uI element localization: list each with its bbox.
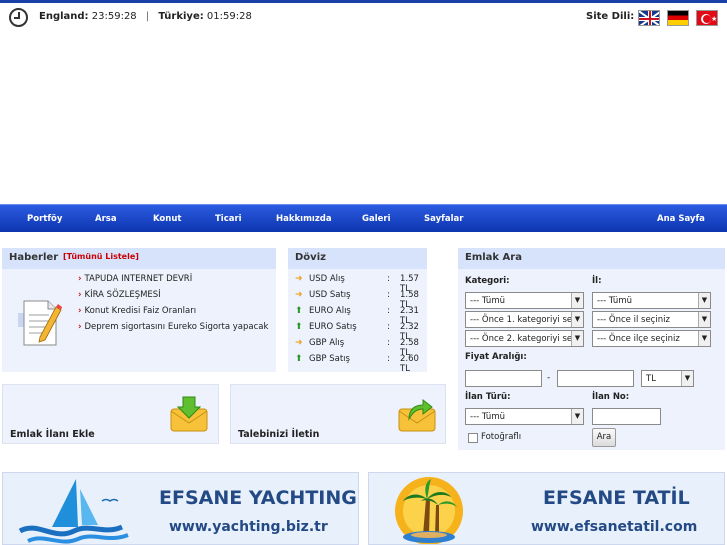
photo-checkbox-label: Fotoğraflı — [481, 432, 522, 442]
add-listing-box[interactable]: Emlak İlanı Ekle — [2, 384, 219, 444]
news-list-all-link[interactable]: [Tümünü Listele] — [63, 252, 139, 261]
price-range-separator: - — [547, 373, 551, 383]
nav-item-sayfalar[interactable]: Sayfalar — [424, 214, 463, 224]
chevron-down-icon: ▼ — [698, 312, 710, 327]
nav-item-hakkimizda[interactable]: Hakkımızda — [276, 214, 332, 224]
listing-type-select[interactable]: --- Tümü ▼ — [465, 408, 584, 425]
site-language-label: Site Dili: — [586, 11, 635, 22]
subcategory2-select[interactable]: --- Önce 2. kategoriyi seç ▼ — [465, 330, 584, 347]
chevron-down-icon: ▼ — [681, 371, 693, 386]
currency-row: ⬆ EURO Alış:2.31 TL — [295, 306, 419, 326]
time-separator: | — [145, 11, 150, 22]
arrow-right-icon: ➜ — [295, 274, 303, 284]
province-select[interactable]: --- Tümü ▼ — [592, 292, 711, 309]
add-listing-label: Emlak İlanı Ekle — [10, 429, 95, 440]
turkey-flag-icon[interactable]: ★ — [696, 10, 718, 26]
photo-checkbox[interactable] — [468, 433, 478, 443]
currency-panel-header: Döviz — [288, 248, 427, 269]
nav-item-galeri[interactable]: Galeri — [362, 214, 391, 224]
turkiye-time: 01:59:28 — [206, 11, 252, 22]
category-select[interactable]: --- Tümü ▼ — [465, 292, 584, 309]
arrow-up-icon: ⬆ — [295, 322, 303, 332]
news-item[interactable]: › Konut Kredisi Faiz Oranları — [78, 306, 196, 316]
send-request-box[interactable]: Talebinizi İletin — [230, 384, 446, 444]
nav-item-ticari[interactable]: Ticari — [215, 214, 242, 224]
nav-item-konut[interactable]: Konut — [153, 214, 181, 224]
chevron-right-icon: › — [78, 274, 82, 284]
sailboat-logo-icon — [18, 479, 129, 544]
world-clock: England: 23:59:28 | Türkiye: 01:59:28 — [39, 11, 252, 22]
main-nav: Portföy Arsa Konut Ticari Hakkımızda Gal… — [0, 204, 727, 232]
nav-item-portfoy[interactable]: Portföy — [27, 214, 62, 224]
chevron-down-icon: ▼ — [698, 331, 710, 346]
currency-title: Döviz — [295, 252, 326, 263]
news-item[interactable]: › Deprem sigortasını Eureko Sigorta yapac… — [78, 322, 268, 332]
listing-type-label: İlan Türü: — [465, 392, 511, 402]
chevron-down-icon: ▼ — [571, 312, 583, 327]
currency-row: ➜ GBP Alış:2.58 TL — [295, 338, 419, 358]
yachting-url: www.yachting.biz.tr — [169, 519, 328, 535]
chevron-right-icon: › — [78, 306, 82, 316]
inbox-upload-icon — [398, 398, 436, 432]
currency-select[interactable]: TL ▼ — [641, 370, 694, 387]
category-label: Kategori: — [465, 276, 510, 286]
search-button[interactable]: Ara — [592, 428, 616, 447]
currency-row: ➜ USD Alış:1.57 TL — [295, 274, 419, 294]
chevron-down-icon: ▼ — [571, 331, 583, 346]
price-min-input[interactable] — [465, 370, 542, 387]
neighborhood-select[interactable]: --- Önce ilçe seçiniz ▼ — [592, 330, 711, 347]
arrow-right-icon: ➜ — [295, 290, 303, 300]
chevron-right-icon: › — [78, 322, 82, 332]
tatil-title: EFSANE TATİL — [543, 487, 690, 509]
turkiye-label: Türkiye: — [158, 11, 204, 22]
news-panel-header: Haberler [Tümünü Listele] — [2, 248, 276, 269]
news-item[interactable]: › KİRA SÖZLEŞMESİ — [78, 290, 161, 300]
news-panel: › TAPUDA INTERNET DEVRİ › KİRA SÖZLEŞMESİ … — [2, 269, 276, 372]
top-bar: England: 23:59:28 | Türkiye: 01:59:28 Si… — [0, 3, 727, 30]
subcategory-select[interactable]: --- Önce 1. kategoriyi seç ▼ — [465, 311, 584, 328]
news-title: Haberler — [9, 252, 59, 263]
search-panel: Kategori: İl: --- Tümü ▼ --- Tümü ▼ --- Ön… — [458, 269, 725, 450]
nav-item-home[interactable]: Ana Sayfa — [657, 214, 705, 224]
send-request-label: Talebinizi İletin — [238, 429, 320, 440]
inbox-download-icon — [170, 396, 208, 432]
chevron-right-icon: › — [78, 290, 82, 300]
yachting-banner[interactable]: EFSANE YACHTING www.yachting.biz.tr — [2, 472, 359, 545]
tatil-url: www.efsanetatil.com — [531, 519, 698, 535]
uk-flag-icon[interactable] — [638, 10, 660, 26]
germany-flag-icon[interactable] — [667, 10, 689, 26]
news-item[interactable]: › TAPUDA INTERNET DEVRİ — [78, 274, 192, 284]
chevron-down-icon: ▼ — [571, 409, 583, 424]
price-max-input[interactable] — [557, 370, 634, 387]
nav-item-arsa[interactable]: Arsa — [95, 214, 117, 224]
district-select[interactable]: --- Önce il seçiniz ▼ — [592, 311, 711, 328]
search-panel-header: Emlak Ara — [458, 248, 725, 269]
england-label: England: — [39, 11, 89, 22]
arrow-up-icon: ⬆ — [295, 354, 303, 364]
document-edit-icon — [18, 300, 62, 346]
yachting-title: EFSANE YACHTING — [159, 487, 357, 509]
arrow-right-icon: ➜ — [295, 338, 303, 348]
currency-row: ➜ USD Satış:1.58 TL — [295, 290, 419, 310]
currency-panel: ➜ USD Alış:1.57 TL ➜ USD Satış:1.58 TL ⬆ EU… — [288, 269, 427, 374]
palm-island-logo-icon — [395, 477, 463, 544]
tatil-banner[interactable]: EFSANE TATİL www.efsanetatil.com — [368, 472, 725, 545]
chevron-down-icon: ▼ — [698, 293, 710, 308]
clock-icon — [9, 8, 28, 27]
currency-row: ⬆ GBP Satış:2.60 TL — [295, 354, 419, 374]
arrow-up-icon: ⬆ — [295, 306, 303, 316]
listing-no-label: İlan No: — [592, 392, 630, 402]
price-range-label: Fiyat Aralığı: — [465, 352, 527, 362]
search-title: Emlak Ara — [465, 252, 522, 263]
england-time: 23:59:28 — [91, 11, 137, 22]
currency-row: ⬆ EURO Satış:2.32 TL — [295, 322, 419, 342]
listing-no-input[interactable] — [592, 408, 661, 425]
province-label: İl: — [592, 276, 602, 286]
chevron-down-icon: ▼ — [571, 293, 583, 308]
